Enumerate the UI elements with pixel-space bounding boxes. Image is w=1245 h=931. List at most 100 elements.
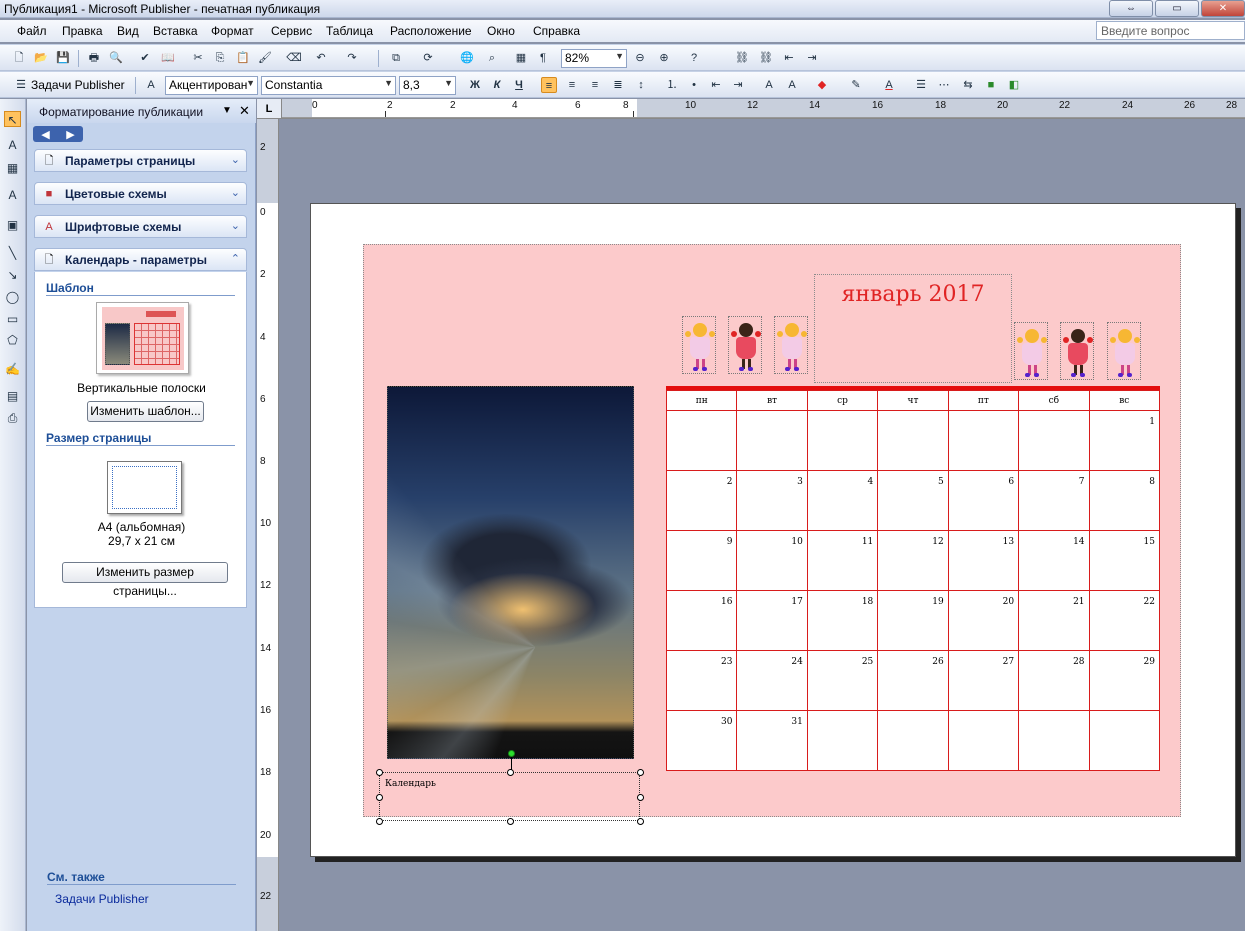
redo-icon[interactable]: ↷: [344, 50, 360, 66]
forward-icon[interactable]: ▶: [66, 128, 74, 141]
fill-color-icon[interactable]: ◆: [814, 77, 830, 93]
picture-frame-icon[interactable]: ▣: [4, 217, 21, 233]
kid-illustration[interactable]: [1014, 322, 1048, 380]
align-left-icon[interactable]: ≡: [541, 77, 557, 93]
line-style-icon[interactable]: ☰: [913, 77, 929, 93]
day-cell[interactable]: 22: [1088, 590, 1161, 651]
tasks-button[interactable]: Задачи Publisher: [31, 78, 125, 92]
zoom-in-icon[interactable]: ⊕: [656, 50, 672, 66]
zoom-out-icon[interactable]: ⊖: [632, 50, 648, 66]
kid-illustration[interactable]: [1060, 322, 1094, 380]
spelling-icon[interactable]: ✔: [137, 50, 153, 66]
insert-table-icon[interactable]: ▦: [4, 160, 21, 176]
styles-icon[interactable]: A: [143, 77, 159, 93]
ruler-corner[interactable]: L: [257, 99, 282, 119]
menu-format[interactable]: Формат: [211, 24, 254, 38]
day-cell[interactable]: 28: [1018, 650, 1090, 711]
resize-handle[interactable]: [507, 818, 514, 825]
previous-frame-icon[interactable]: ⇤: [781, 50, 797, 66]
day-cell[interactable]: 25: [806, 650, 879, 711]
resize-handle[interactable]: [376, 769, 383, 776]
day-cell[interactable]: 7: [1018, 470, 1090, 531]
menu-arrange[interactable]: Расположение: [390, 24, 472, 38]
day-cell[interactable]: 30: [665, 710, 738, 771]
arrow-style-icon[interactable]: ⇆: [960, 77, 976, 93]
day-cell[interactable]: 31: [736, 710, 808, 771]
style-select[interactable]: Акцентирован ▼: [165, 76, 258, 95]
menu-edit[interactable]: Правка: [62, 24, 103, 38]
menu-help[interactable]: Справка: [533, 24, 580, 38]
day-cell[interactable]: 1: [1088, 410, 1161, 471]
copy-icon[interactable]: ⎘: [212, 50, 228, 66]
font-color-icon[interactable]: A: [881, 77, 897, 93]
day-cell[interactable]: [806, 710, 879, 771]
day-cell[interactable]: 10: [736, 530, 808, 591]
new-document-icon[interactable]: 🗋: [11, 50, 27, 66]
day-cell[interactable]: 12: [877, 530, 949, 591]
maximize-icon[interactable]: ▭: [1155, 0, 1199, 17]
day-cell[interactable]: [1088, 710, 1161, 771]
section-color-schemes[interactable]: ■ Цветовые схемы ⌄: [34, 182, 247, 205]
day-cell[interactable]: 3: [736, 470, 808, 531]
design-gallery-icon[interactable]: ▤: [4, 388, 21, 404]
underline-button[interactable]: Ч: [511, 77, 527, 93]
day-cell[interactable]: 29: [1088, 650, 1161, 711]
business-info-icon[interactable]: ⎙: [4, 410, 21, 426]
kid-illustration[interactable]: [774, 316, 808, 374]
help-icon[interactable]: ?: [686, 50, 702, 66]
bring-front-icon[interactable]: ⧉: [388, 50, 404, 66]
hot-spot-icon[interactable]: ✍: [4, 361, 21, 377]
unlink-icon[interactable]: ⛓: [758, 50, 774, 66]
undo-icon[interactable]: ↶: [313, 50, 329, 66]
day-cell[interactable]: [947, 710, 1020, 771]
chevron-down-icon[interactable]: ▼: [222, 105, 232, 116]
resize-handle[interactable]: [637, 818, 644, 825]
shadow-style-icon[interactable]: ■: [983, 77, 999, 93]
3d-style-icon[interactable]: ◧: [1006, 77, 1022, 93]
zoom-select[interactable]: 82% ▼: [561, 49, 627, 68]
publisher-tasks-link[interactable]: Задачи Publisher: [55, 892, 149, 906]
bold-button[interactable]: Ж: [467, 77, 483, 93]
increase-indent-icon[interactable]: ⇥: [730, 77, 746, 93]
day-cell[interactable]: 21: [1018, 590, 1090, 651]
resize-handle[interactable]: [637, 794, 644, 801]
day-cell[interactable]: 2: [665, 470, 738, 531]
text-box-icon[interactable]: A: [4, 137, 21, 153]
vertical-ruler[interactable]: 2 0 2 4 6 8 10 12 14 16 18 20 22: [257, 119, 279, 931]
day-cell[interactable]: 8: [1088, 470, 1161, 531]
day-cell[interactable]: [665, 410, 738, 471]
horizontal-ruler[interactable]: 0 2 2 4 6 8 10 12 14 16 18 20 22 24 26 2…: [282, 99, 1245, 119]
day-cell[interactable]: 5: [877, 470, 949, 531]
day-cell[interactable]: 26: [877, 650, 949, 711]
resize-handle[interactable]: [507, 769, 514, 776]
align-right-icon[interactable]: ≡: [587, 77, 603, 93]
chevron-down-icon[interactable]: ⌄: [231, 219, 240, 232]
decrease-font-icon[interactable]: A: [761, 77, 777, 93]
menu-window[interactable]: Окно: [487, 24, 515, 38]
resize-handle[interactable]: [376, 818, 383, 825]
select-objects-icon[interactable]: ↖: [4, 111, 21, 127]
day-cell[interactable]: 14: [1018, 530, 1090, 591]
kid-illustration[interactable]: [1107, 322, 1141, 380]
day-cell[interactable]: 6: [947, 470, 1020, 531]
menu-insert[interactable]: Вставка: [153, 24, 198, 38]
kid-illustration[interactable]: [728, 316, 762, 374]
print-preview-icon[interactable]: 🔍: [108, 50, 124, 66]
day-cell[interactable]: 9: [665, 530, 738, 591]
research-icon[interactable]: 📖: [160, 50, 176, 66]
kid-illustration[interactable]: [682, 316, 716, 374]
back-icon[interactable]: ◀: [41, 128, 49, 141]
day-cell[interactable]: 19: [877, 590, 949, 651]
bullets-icon[interactable]: •: [686, 77, 702, 93]
close-icon[interactable]: ✕: [239, 103, 250, 119]
special-characters-icon[interactable]: ¶: [535, 50, 551, 66]
section-page-options[interactable]: 🗋 Параметры страницы ⌄: [34, 149, 247, 172]
cut-icon[interactable]: ✂: [190, 50, 206, 66]
day-cell[interactable]: [806, 410, 879, 471]
zoom-page-icon[interactable]: ⌕: [484, 50, 500, 66]
numbering-icon[interactable]: ⒈: [664, 77, 680, 93]
resize-handle[interactable]: [637, 769, 644, 776]
decrease-indent-icon[interactable]: ⇤: [708, 77, 724, 93]
day-cell[interactable]: [877, 410, 949, 471]
menu-file[interactable]: Файл: [17, 24, 47, 38]
